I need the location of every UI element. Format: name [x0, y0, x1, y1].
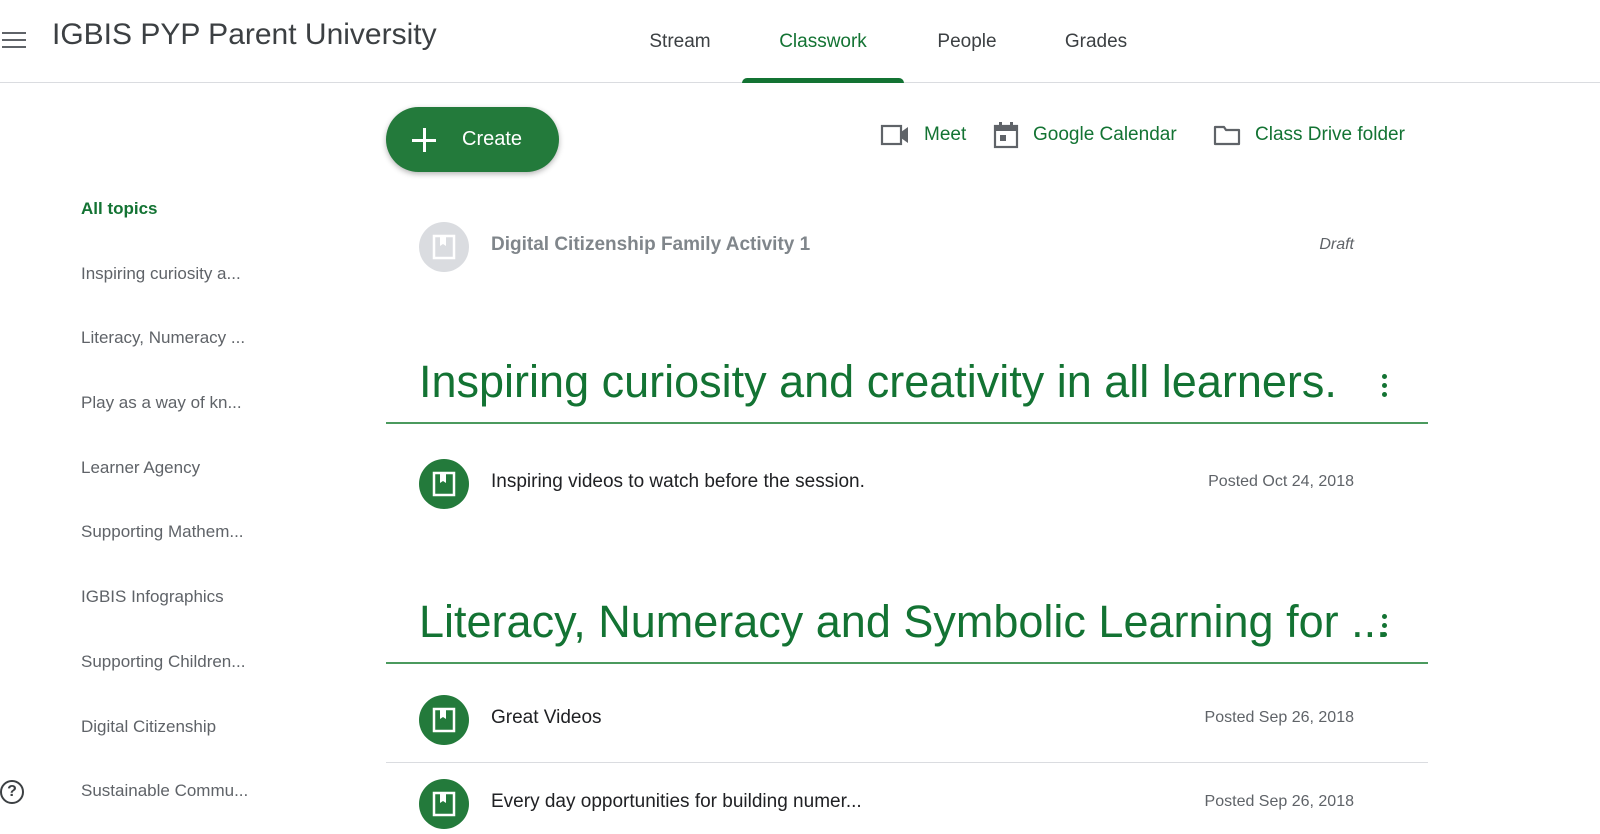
class-title[interactable]: IGBIS PYP Parent University [52, 18, 437, 52]
video-camera-icon [880, 124, 908, 146]
topic-title[interactable]: Inspiring curiosity and creativity in al… [419, 356, 1337, 408]
material-icon [419, 779, 469, 829]
sidebar-item-digital-citizenship[interactable]: Digital Citizenship [81, 717, 216, 737]
sidebar-item-supporting-children[interactable]: Supporting Children... [81, 652, 245, 672]
more-vert-icon[interactable] [1372, 610, 1396, 640]
material-icon [419, 695, 469, 745]
item-posted-date: Posted Sep 26, 2018 [1204, 709, 1354, 726]
folder-icon [1213, 125, 1241, 146]
topic-title[interactable]: Literacy, Numeracy and Symbolic Learning… [419, 596, 1389, 648]
item-title: Every day opportunities for building num… [491, 791, 862, 812]
tab-grades[interactable]: Grades [1028, 0, 1164, 83]
topic-header: Inspiring curiosity and creativity in al… [386, 344, 1428, 424]
item-title: Great Videos [491, 707, 602, 728]
material-icon [419, 222, 469, 272]
sidebar-item-literacy-numeracy[interactable]: Literacy, Numeracy ... [81, 328, 245, 348]
more-vert-icon[interactable] [1372, 370, 1396, 400]
google-calendar-link[interactable]: Google Calendar [993, 120, 1177, 150]
meet-label: Meet [924, 124, 967, 145]
tab-bar: Stream Classwork People Grades [620, 0, 1164, 83]
calendar-icon [993, 122, 1019, 149]
class-drive-folder-link[interactable]: Class Drive folder [1213, 120, 1405, 150]
sidebar-item-supporting-mathematics[interactable]: Supporting Mathem... [81, 522, 244, 542]
material-item[interactable]: Great Videos Posted Sep 26, 2018 [386, 679, 1428, 759]
item-posted-date: Posted Sep 26, 2018 [1204, 793, 1354, 810]
sidebar-item-play[interactable]: Play as a way of kn... [81, 393, 242, 413]
material-icon [419, 459, 469, 509]
tab-stream[interactable]: Stream [620, 0, 740, 83]
create-button-label: Create [462, 128, 523, 150]
sidebar-item-sustainable-communities[interactable]: Sustainable Commu... [81, 781, 248, 801]
sidebar-item-all-topics[interactable]: All topics [81, 199, 158, 219]
top-app-bar: IGBIS PYP Parent University Stream Class… [0, 0, 1600, 83]
item-posted-date: Posted Oct 24, 2018 [1208, 473, 1354, 490]
sidebar-item-inspiring-curiosity[interactable]: Inspiring curiosity a... [81, 264, 241, 284]
class-drive-folder-label: Class Drive folder [1255, 124, 1405, 145]
sidebar-item-learner-agency[interactable]: Learner Agency [81, 458, 200, 478]
material-item[interactable]: Every day opportunities for building num… [386, 763, 1428, 834]
item-status: Draft [1319, 236, 1354, 253]
draft-material-item[interactable]: Digital Citizenship Family Activity 1 Dr… [386, 206, 1428, 286]
item-title: Inspiring videos to watch before the ses… [491, 471, 865, 492]
topic-header: Literacy, Numeracy and Symbolic Learning… [386, 584, 1428, 664]
item-title: Digital Citizenship Family Activity 1 [491, 234, 811, 255]
sidebar-item-igbis-infographics[interactable]: IGBIS Infographics [81, 587, 224, 607]
google-calendar-label: Google Calendar [1033, 124, 1177, 145]
create-button[interactable]: Create [386, 107, 559, 172]
meet-link[interactable]: Meet [880, 120, 966, 150]
help-icon[interactable]: ? [0, 780, 24, 804]
material-item[interactable]: Inspiring videos to watch before the ses… [386, 443, 1428, 523]
plus-icon [412, 127, 436, 152]
tab-classwork[interactable]: Classwork [740, 0, 906, 83]
hamburger-menu-icon[interactable] [0, 24, 32, 56]
tab-people[interactable]: People [906, 0, 1028, 83]
